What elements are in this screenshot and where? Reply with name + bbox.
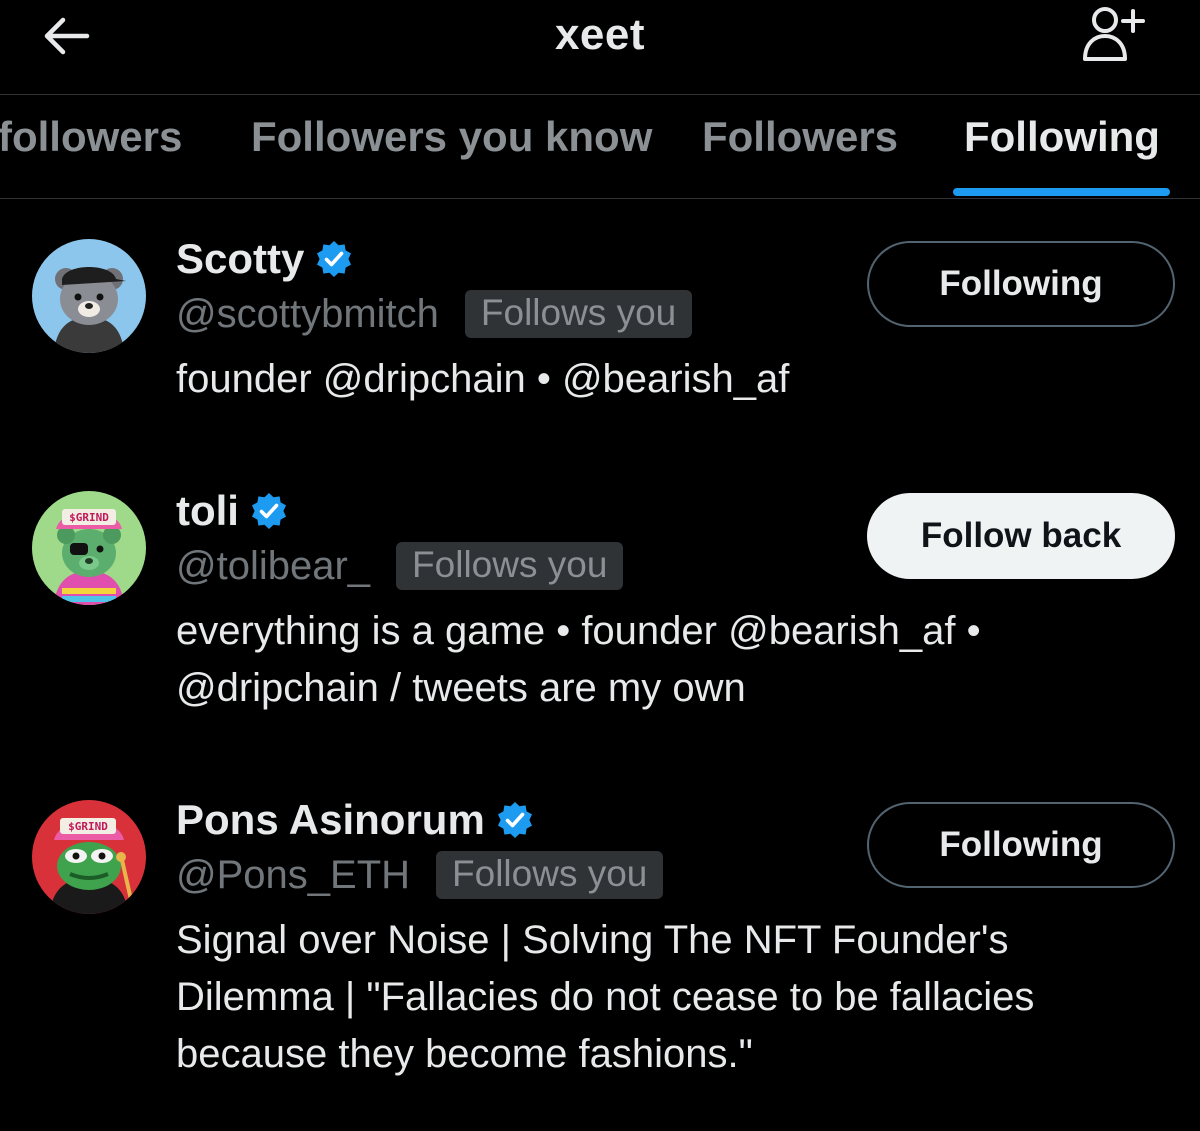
avatar[interactable]	[32, 239, 146, 353]
user-bio: Signal over Noise | Solving The NFT Foun…	[176, 918, 1035, 1076]
tab-bar: followers Followers you know Followers F…	[0, 95, 1200, 199]
user-bio: founder @dripchain • @bearish_af	[176, 357, 790, 401]
display-name[interactable]: toli	[176, 487, 239, 535]
verified-badge-icon	[251, 493, 286, 529]
avatar[interactable]: $GRIND	[32, 491, 146, 605]
avatar-cap-text: $GRIND	[69, 511, 109, 524]
bear-avatar-icon: $GRIND	[32, 491, 146, 605]
frog-avatar-icon: $GRIND	[32, 800, 146, 914]
tab-followers-you-know[interactable]: Followers you know	[251, 113, 652, 161]
tab-followers[interactable]: Followers	[702, 113, 898, 161]
bear-avatar-icon	[32, 239, 146, 353]
follow-back-button[interactable]: Follow back	[867, 493, 1175, 579]
top-bar: xeet	[0, 0, 1200, 95]
user-bio: everything is a game • founder @bearish_…	[176, 609, 981, 710]
handle-line: @tolibear_ Follows you	[176, 540, 624, 592]
following-button[interactable]: Following	[867, 241, 1175, 327]
tab-following[interactable]: Following	[964, 113, 1160, 161]
name-line: Scotty	[176, 233, 354, 285]
display-name[interactable]: Scotty	[176, 235, 304, 283]
page-title: xeet	[554, 10, 646, 59]
following-button[interactable]: Following	[867, 802, 1175, 888]
name-line: toli	[176, 485, 289, 537]
name-line: Pons Asinorum	[176, 794, 535, 846]
follows-you-badge: Follows you	[436, 851, 664, 899]
user-handle: @scottybmitch	[176, 291, 439, 336]
follows-you-badge: Follows you	[396, 542, 624, 590]
follows-you-badge: Follows you	[464, 290, 693, 338]
add-user-icon	[1083, 7, 1145, 61]
avatar[interactable]: $GRIND	[32, 800, 146, 914]
handle-line: @scottybmitch Follows you	[176, 288, 693, 340]
avatar-cap-text: $GRIND	[68, 820, 108, 833]
display-name[interactable]: Pons Asinorum	[176, 796, 485, 844]
handle-line: @Pons_ETH Follows you	[176, 849, 664, 901]
verified-badge-icon	[497, 802, 532, 838]
active-tab-indicator	[953, 188, 1170, 196]
user-handle: @tolibear_	[176, 543, 371, 588]
tab-followers-verified[interactable]: followers	[0, 113, 182, 161]
user-handle: @Pons_ETH	[176, 852, 411, 897]
add-user-button[interactable]	[1076, 2, 1152, 66]
verified-badge-icon	[317, 241, 352, 277]
